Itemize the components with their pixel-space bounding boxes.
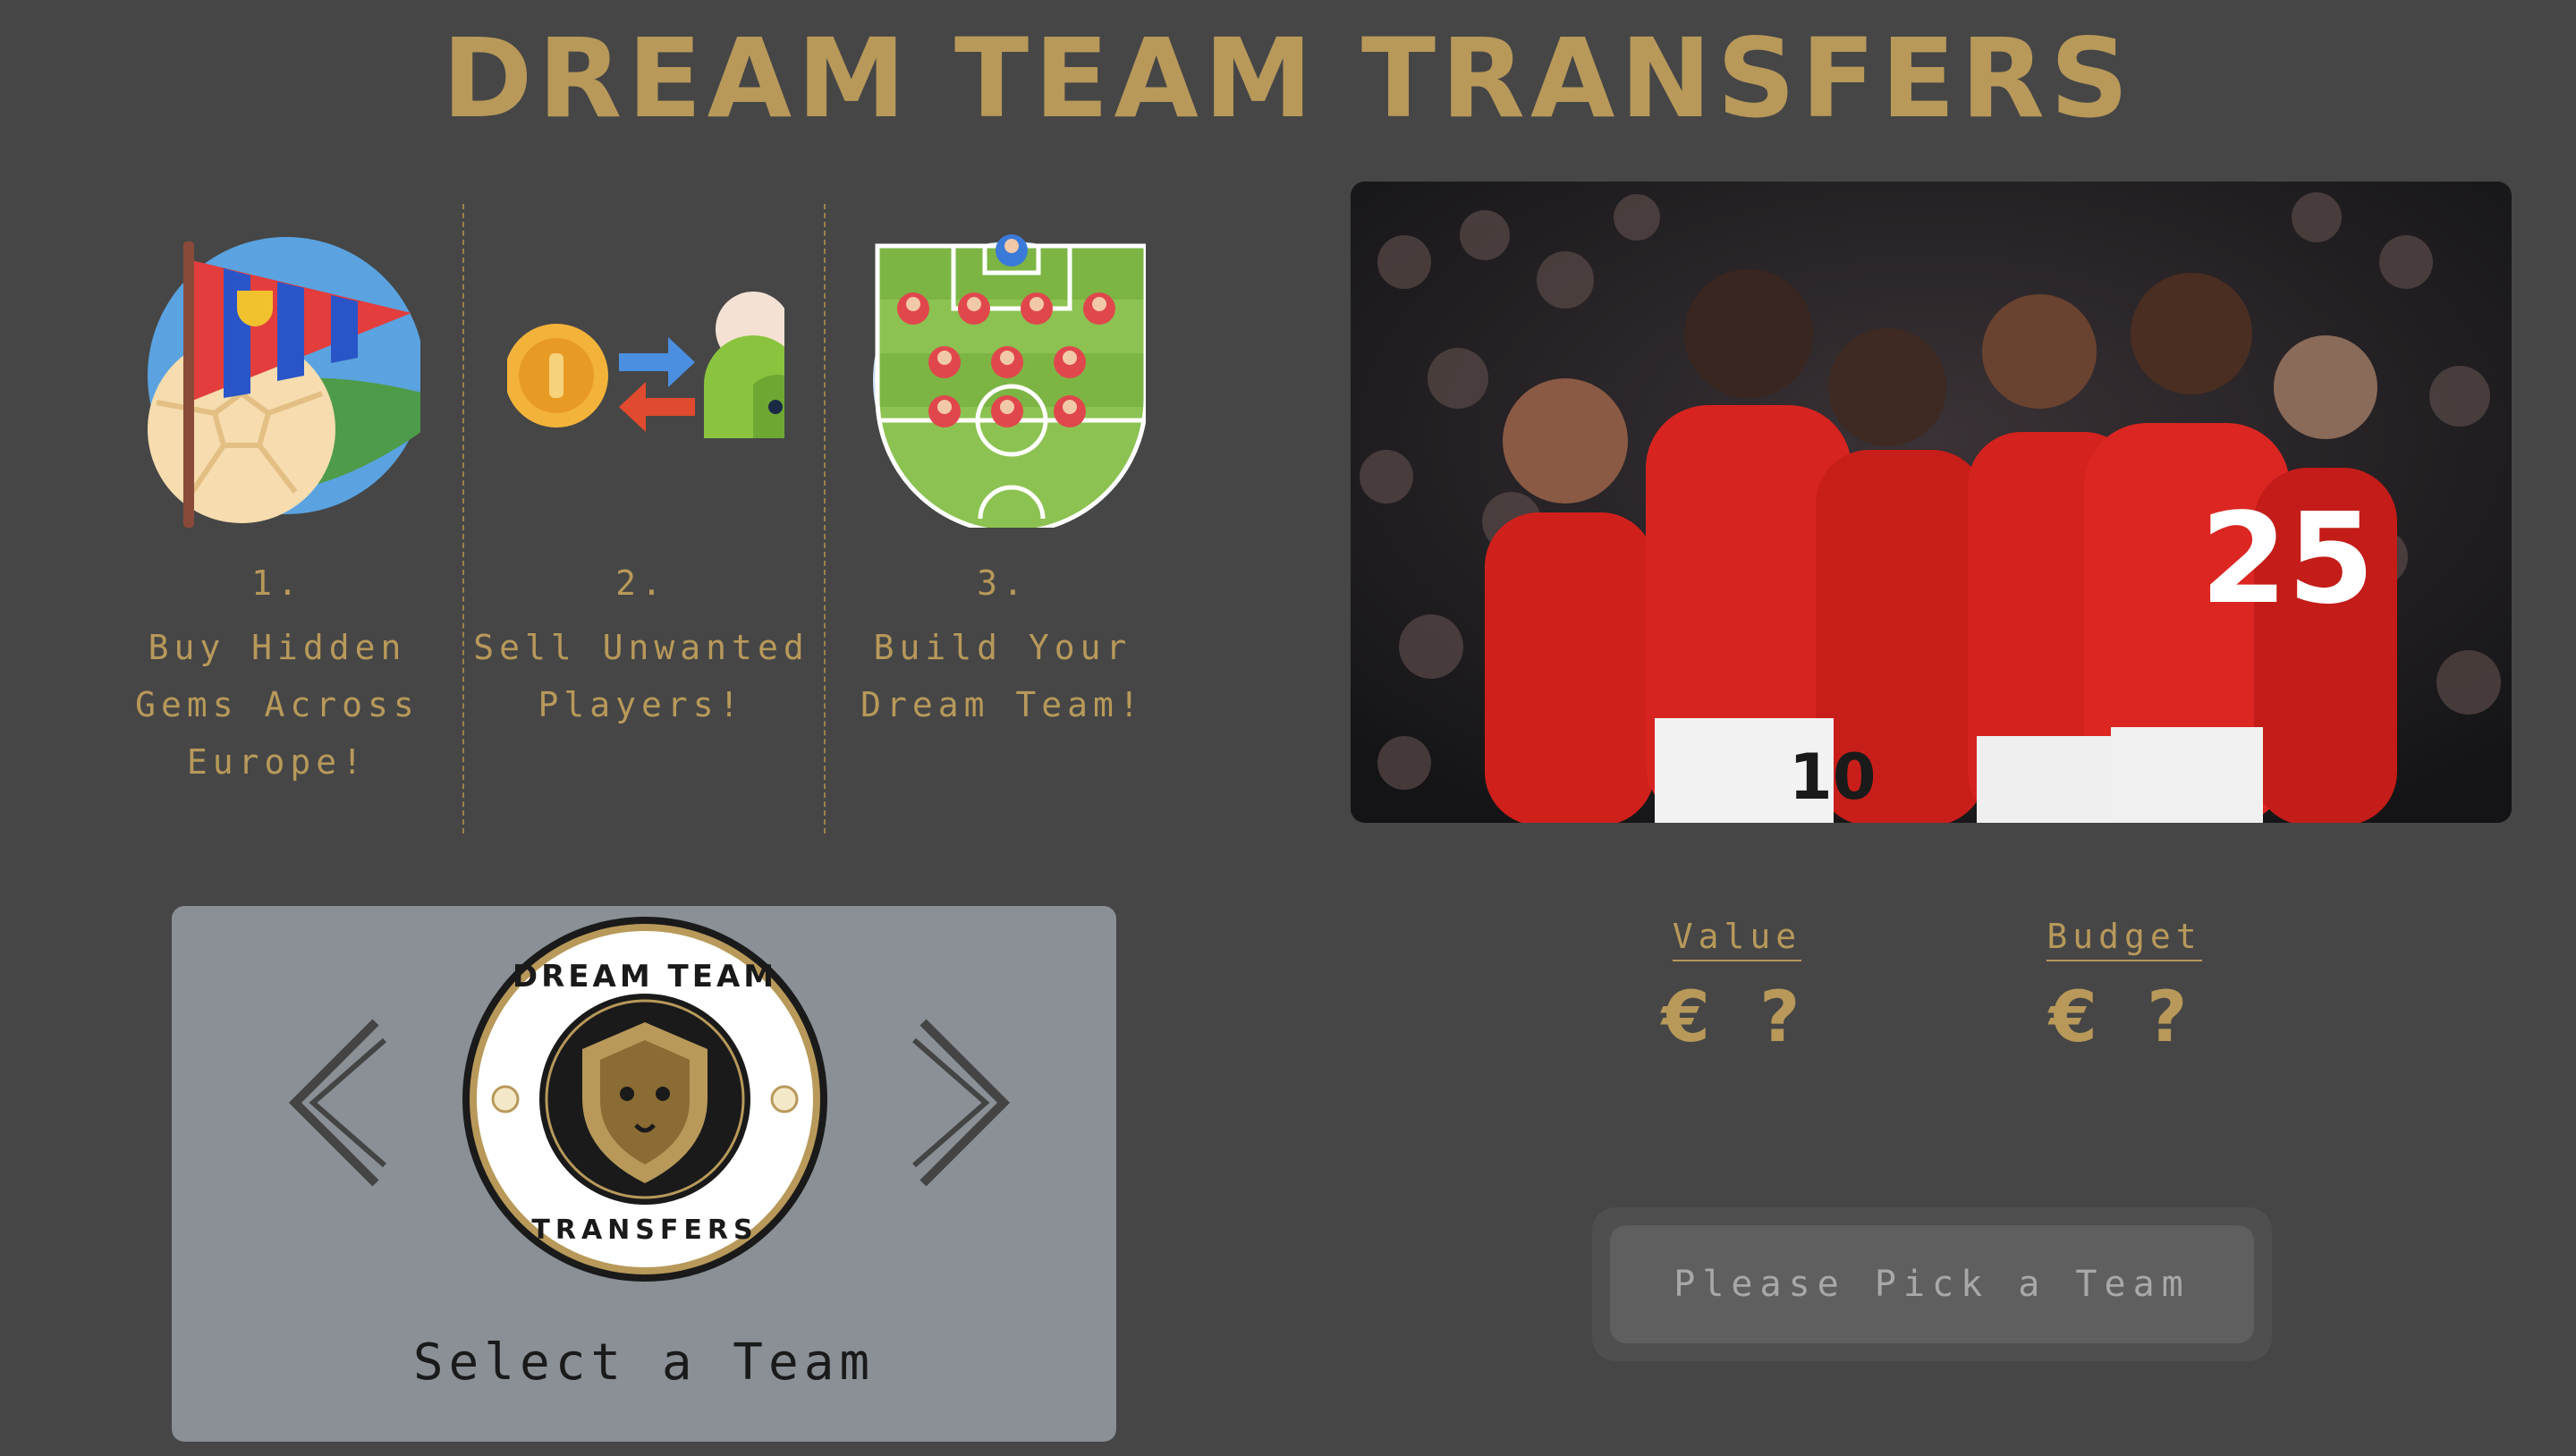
step-number: 1. bbox=[251, 563, 303, 603]
svg-text:25: 25 bbox=[2200, 487, 2375, 632]
team-celebration-photo: 10 25 bbox=[1351, 182, 2512, 823]
value-label: Value bbox=[1672, 917, 1802, 961]
step-number: 2. bbox=[615, 563, 667, 603]
value-amount: € ? bbox=[1661, 978, 1813, 1058]
pennant-football-icon bbox=[148, 237, 420, 528]
page-title: DREAM TEAM TRANSFERS bbox=[442, 15, 2134, 142]
pick-team-container: Please Pick a Team bbox=[1592, 1207, 2272, 1361]
select-team-label: Select a Team bbox=[412, 1333, 876, 1392]
budget-amount: € ? bbox=[2048, 978, 2200, 1058]
pick-team-button[interactable]: Please Pick a Team bbox=[1610, 1225, 2254, 1343]
svg-text:10: 10 bbox=[1789, 741, 1876, 814]
badge-text-bottom: TRANSFERS bbox=[531, 1215, 758, 1246]
step-text: Buy Hidden Gems Across Europe! bbox=[135, 628, 419, 782]
chevron-right-icon[interactable] bbox=[896, 1013, 1021, 1192]
budget-stat: Budget € ? bbox=[2026, 917, 2223, 1058]
divider bbox=[462, 204, 464, 834]
coin-exchange-icon bbox=[507, 292, 784, 438]
step-text: Build Your Dream Team! bbox=[860, 628, 1145, 724]
budget-label: Budget bbox=[2046, 917, 2202, 961]
step-text: Sell Unwanted Players! bbox=[473, 628, 809, 724]
team-badge-logo[interactable]: DREAM TEAM TRANSFERS bbox=[461, 915, 829, 1283]
football-pitch-lineup-icon bbox=[873, 234, 1146, 528]
divider bbox=[824, 204, 826, 834]
chevron-left-icon[interactable] bbox=[277, 1013, 402, 1192]
team-selector-panel: DREAM TEAM TRANSFERS Select a Team bbox=[172, 906, 1116, 1442]
badge-text-top: DREAM TEAM bbox=[513, 959, 777, 995]
step-number: 3. bbox=[977, 563, 1029, 603]
value-stat: Value € ? bbox=[1639, 917, 1835, 1058]
